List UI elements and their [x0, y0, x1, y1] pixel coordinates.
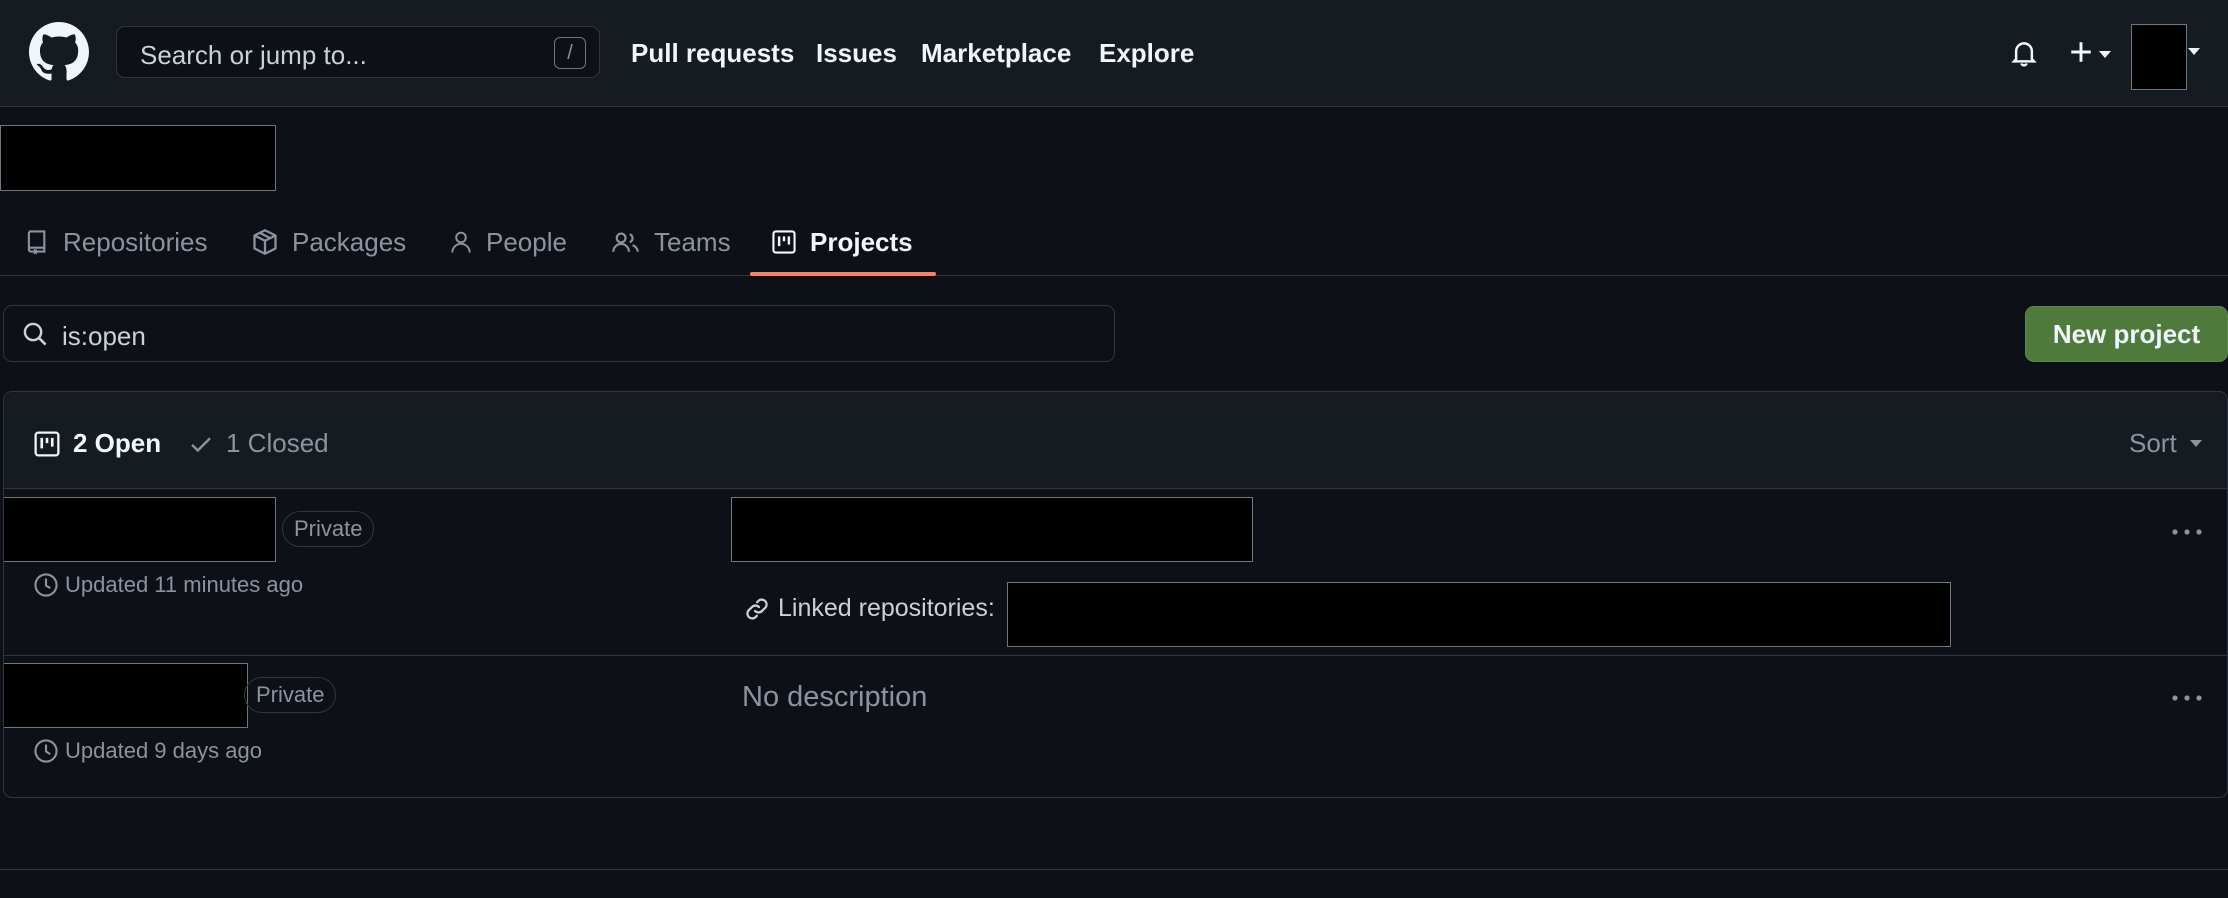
projects-list-header: 2 Open 1 Closed Sort — [4, 392, 2227, 489]
tab-projects-label: Projects — [810, 226, 913, 257]
sort-caret-icon — [2189, 440, 2202, 447]
footer-divider — [0, 869, 2228, 870]
project-icon — [34, 430, 60, 457]
project-updated: Updated 11 minutes ago — [33, 572, 303, 598]
projects-list: 2 Open 1 Closed Sort Private Updated 11 … — [3, 391, 2228, 798]
tab-teams[interactable]: Teams — [611, 220, 731, 264]
search-icon — [23, 322, 47, 346]
tab-repositories-label: Repositories — [63, 226, 208, 257]
link-icon — [746, 597, 768, 620]
open-count: 2 Open — [73, 428, 162, 458]
org-tab-navigation: Repositories Packages People Teams Proje… — [0, 196, 2228, 276]
nav-explore[interactable]: Explore — [1099, 38, 1194, 69]
global-search-input[interactable]: Search or jump to... / — [116, 26, 600, 78]
avatar-dropdown-caret-icon[interactable] — [2188, 48, 2200, 55]
project-title-redacted[interactable] — [4, 497, 276, 562]
clock-icon — [34, 739, 58, 763]
closed-projects-filter[interactable]: 1 Closed — [188, 428, 329, 459]
tab-projects[interactable]: Projects — [771, 220, 913, 264]
project-updated-text: Updated 9 days ago — [65, 738, 262, 763]
project-row: Private Updated 11 minutes ago Linked re… — [4, 489, 2227, 656]
open-projects-filter[interactable]: 2 Open — [33, 428, 161, 459]
github-logo-icon[interactable] — [29, 22, 89, 82]
nav-marketplace[interactable]: Marketplace — [921, 38, 1071, 69]
tab-packages-label: Packages — [292, 226, 407, 257]
plus-dropdown-caret-icon[interactable] — [2099, 51, 2111, 58]
project-row: Private Updated 9 days ago No descriptio… — [4, 656, 2227, 797]
sort-dropdown[interactable]: Sort — [2129, 428, 2202, 459]
linked-repositories-redacted[interactable] — [1007, 582, 1951, 647]
tab-people[interactable]: People — [449, 220, 567, 264]
visibility-badge: Private — [282, 511, 375, 547]
search-shortcut-key: / — [554, 37, 586, 69]
tab-packages[interactable]: Packages — [251, 220, 406, 264]
avatar[interactable] — [2131, 24, 2187, 90]
person-icon — [451, 231, 471, 253]
project-description-redacted — [731, 497, 1253, 562]
new-project-button[interactable]: New project — [2025, 306, 2228, 362]
sort-label: Sort — [2129, 428, 2177, 458]
people-icon — [612, 232, 639, 252]
kebab-menu-icon[interactable] — [2170, 527, 2204, 537]
check-icon — [191, 436, 211, 452]
top-navigation-bar: Search or jump to... / Pull requests Iss… — [0, 0, 2228, 107]
kebab-menu-icon[interactable] — [2170, 693, 2204, 703]
bell-icon[interactable] — [2010, 38, 2038, 68]
nav-issues[interactable]: Issues — [816, 38, 897, 69]
tab-teams-label: Teams — [654, 226, 731, 257]
project-updated-text: Updated 11 minutes ago — [65, 572, 304, 597]
project-icon — [772, 230, 796, 254]
tab-repositories[interactable]: Repositories — [24, 220, 208, 264]
visibility-badge: Private — [244, 677, 337, 713]
project-title-redacted[interactable] — [4, 663, 248, 728]
filter-query: is:open — [62, 321, 146, 351]
project-filter-input[interactable]: is:open — [3, 305, 1115, 362]
linked-repositories: Linked repositories: — [744, 594, 995, 623]
closed-count: 1 Closed — [226, 428, 329, 458]
tab-people-label: People — [486, 226, 567, 257]
linked-repositories-label: Linked repositories: — [778, 594, 995, 622]
page: Search or jump to... / Pull requests Iss… — [0, 0, 2228, 898]
project-description: No description — [742, 681, 928, 713]
clock-icon — [34, 573, 58, 597]
package-icon — [253, 229, 277, 255]
repo-icon — [27, 230, 46, 255]
nav-pull-requests[interactable]: Pull requests — [631, 38, 794, 69]
project-updated: Updated 9 days ago — [33, 738, 262, 764]
organization-name-redacted — [0, 125, 276, 191]
search-placeholder: Search or jump to... — [140, 40, 367, 70]
active-tab-indicator — [750, 272, 936, 276]
plus-icon[interactable] — [2068, 38, 2094, 66]
